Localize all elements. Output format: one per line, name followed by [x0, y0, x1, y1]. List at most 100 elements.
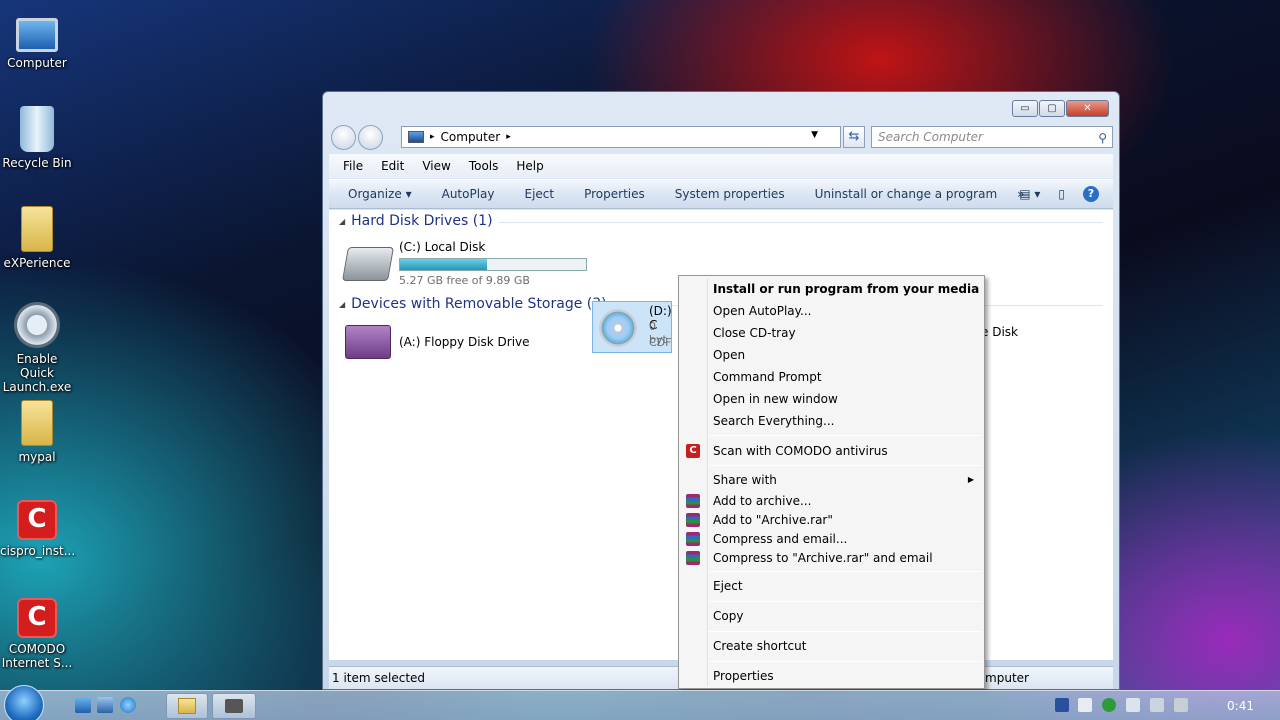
drive-c[interactable]: (C:) Local Disk 5.27 GB free of 9.89 GB [342, 240, 587, 287]
view-options-icon[interactable]: ▤ ▾ [1019, 187, 1040, 201]
quick-launch-icon [14, 302, 60, 348]
menu-item-scan-comodo[interactable]: Scan with COMODO antivirus [713, 441, 888, 461]
group-header-removable-storage[interactable]: ◢ Devices with Removable Storage (3) [339, 296, 607, 312]
desktop-icon-label: Enable Quick Launch.exe [2, 352, 72, 394]
menu-item-eject[interactable]: Eject [713, 576, 743, 596]
menu-help[interactable]: Help [516, 159, 543, 173]
group-divider [499, 222, 1103, 223]
breadcrumb-separator: ▸ [506, 132, 511, 142]
collapse-triangle-icon[interactable]: ◢ [339, 300, 345, 309]
properties-button[interactable]: Properties [584, 187, 645, 201]
desktop-icon-label: eXPerience [3, 256, 71, 270]
hard-disk-icon [342, 246, 394, 281]
folder-icon [21, 400, 53, 446]
system-properties-button[interactable]: System properties [675, 187, 785, 201]
winrar-icon [686, 532, 700, 546]
desktop-icon-comodo-internet-security[interactable]: C COMODO Internet S... [0, 598, 74, 670]
menu-edit[interactable]: Edit [381, 159, 404, 173]
maximize-button[interactable]: ▢ [1039, 100, 1065, 117]
uninstall-program-button[interactable]: Uninstall or change a program [815, 187, 998, 201]
eject-button[interactable]: Eject [525, 187, 555, 201]
menu-view[interactable]: View [422, 159, 450, 173]
language-icon[interactable] [1055, 698, 1069, 712]
floppy-disk-icon [345, 325, 391, 359]
winrar-icon [686, 513, 700, 527]
menu-item-properties[interactable]: Properties [713, 666, 774, 686]
address-bar[interactable]: ▸ Computer ▸ ▼ [401, 126, 841, 148]
desktop-icon-experience[interactable]: eXPerience [0, 206, 74, 270]
start-button[interactable] [4, 685, 44, 720]
menu-item-copy[interactable]: Copy [713, 606, 743, 626]
folder-icon [21, 206, 53, 252]
refresh-button[interactable]: ⇆ [843, 126, 865, 148]
back-button[interactable] [331, 125, 356, 150]
command-bar: Organize ▾ AutoPlay Eject Properties Sys… [329, 179, 1113, 209]
drive-free-space: 5.27 GB free of 9.89 GB [399, 274, 530, 287]
address-row: ▸ Computer ▸ ▼ ⇆ Search Computer ⚲ [331, 125, 1113, 150]
menu-item-add-to-archive-rar[interactable]: Add to "Archive.rar" [713, 510, 833, 530]
menu-item-open[interactable]: Open [713, 345, 745, 365]
menu-item-create-shortcut[interactable]: Create shortcut [713, 636, 806, 656]
menu-item-search-everything[interactable]: Search Everything... [713, 411, 834, 431]
capacity-fill [400, 259, 488, 270]
drive-filesystem: CDF [649, 336, 672, 349]
network-icon[interactable] [1150, 698, 1164, 712]
taskbar-button-explorer[interactable] [166, 693, 208, 719]
breadcrumb-computer[interactable]: Computer [441, 130, 501, 144]
collapse-triangle-icon[interactable]: ◢ [339, 217, 345, 226]
group-header-hard-disk-drives[interactable]: ◢ Hard Disk Drives (1) [339, 213, 493, 229]
notes-icon[interactable] [1078, 698, 1092, 712]
view-controls: ▤ ▾ ▯ ? [1019, 186, 1099, 202]
clock[interactable]: 0:41 [1227, 691, 1254, 720]
desktop-icon-computer[interactable]: Computer [0, 10, 74, 70]
close-button[interactable]: ✕ [1066, 100, 1109, 117]
comodo-icon: C [686, 444, 700, 458]
status-selection: 1 item selected [332, 671, 426, 685]
desktop-icon-label: COMODO Internet S... [1, 642, 73, 670]
preview-pane-icon[interactable]: ▯ [1058, 187, 1065, 201]
security-shield-icon[interactable] [1102, 698, 1116, 712]
desktop-icon-enable-quick-launch[interactable]: Enable Quick Launch.exe [0, 302, 74, 394]
drive-d-selection[interactable]: (D:) C 0 byt CDF [592, 301, 672, 353]
context-menu: Install or run program from your media O… [678, 275, 985, 689]
winrar-icon [686, 494, 700, 508]
menu-item-compress-email[interactable]: Compress and email... [713, 529, 847, 549]
menu-item-add-to-archive[interactable]: Add to archive... [713, 491, 811, 511]
menu-item-command-prompt[interactable]: Command Prompt [713, 367, 822, 387]
menu-item-close-cd-tray[interactable]: Close CD-tray [713, 323, 796, 343]
desktop-icon-mypal[interactable]: mypal [0, 400, 74, 464]
computer-icon [16, 18, 58, 52]
menu-item-install-run[interactable]: Install or run program from your media [713, 279, 979, 299]
taskbar-button-app[interactable] [212, 693, 256, 719]
help-icon[interactable]: ? [1083, 186, 1099, 202]
submenu-arrow-icon: ▶ [967, 475, 974, 484]
switch-windows-icon[interactable] [97, 697, 113, 713]
taskbar: 0:41 [0, 685, 1280, 720]
menu-separator [709, 631, 982, 632]
cd-drive-icon [599, 309, 637, 347]
show-desktop-icon[interactable] [75, 697, 91, 713]
chevron-down-icon[interactable]: ▼ [811, 130, 818, 140]
menu-tools[interactable]: Tools [469, 159, 499, 173]
menu-item-open-autoplay[interactable]: Open AutoPlay... [713, 301, 811, 321]
drive-partial-name[interactable]: e Disk [981, 325, 1018, 339]
app-icon [225, 699, 243, 713]
menu-item-open-new-window[interactable]: Open in new window [713, 389, 838, 409]
action-center-icon[interactable] [1126, 698, 1140, 712]
internet-explorer-icon[interactable] [120, 697, 136, 713]
forward-button[interactable] [358, 125, 383, 150]
menu-item-share-with[interactable]: Share with [713, 470, 777, 490]
volume-muted-icon[interactable] [1174, 698, 1188, 712]
autoplay-button[interactable]: AutoPlay [442, 187, 495, 201]
menu-item-compress-rar-email[interactable]: Compress to "Archive.rar" and email [713, 548, 933, 568]
menu-file[interactable]: File [343, 159, 363, 173]
search-placeholder: Search Computer [878, 130, 983, 144]
desktop-icon-cispro[interactable]: C cispro_inst... [0, 500, 75, 558]
minimize-button[interactable]: ▭ [1012, 100, 1038, 117]
search-icon[interactable]: ⚲ [1098, 128, 1107, 148]
desktop-icon-recycle-bin[interactable]: Recycle Bin [0, 106, 74, 170]
drive-a[interactable]: (A:) Floppy Disk Drive [345, 325, 530, 359]
recycle-bin-icon [20, 106, 54, 152]
search-input[interactable]: Search Computer ⚲ [871, 126, 1113, 148]
organize-button[interactable]: Organize ▾ [348, 187, 412, 201]
